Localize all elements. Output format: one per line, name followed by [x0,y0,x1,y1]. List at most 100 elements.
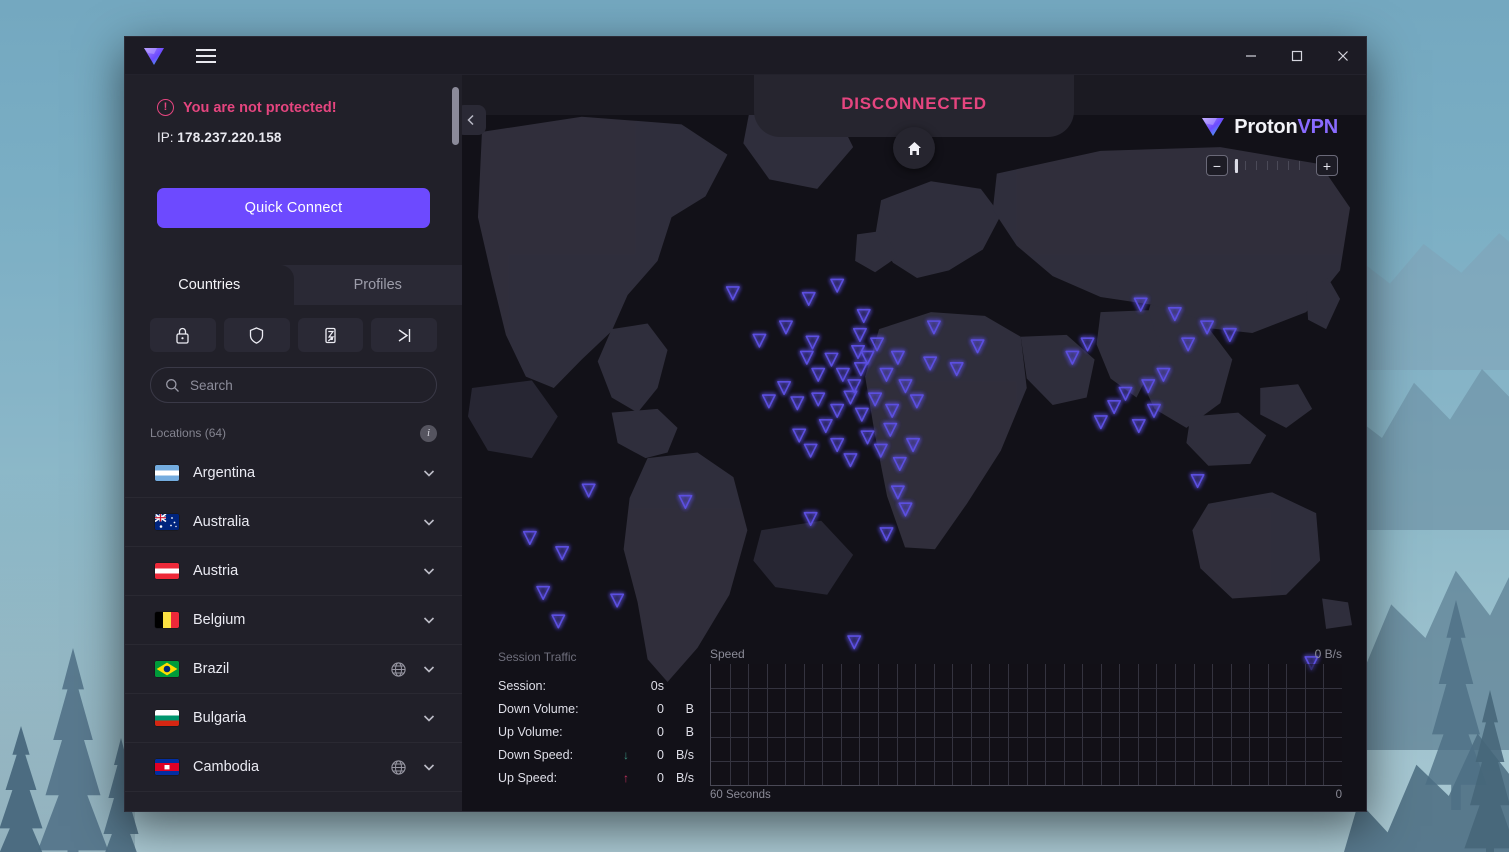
graph-gridline-v [1323,664,1325,785]
sidebar-scrollbar-track[interactable] [452,75,459,811]
speed-graph-footer: 60 Seconds 0 [710,789,1342,801]
ip-address-line: IP: 178.237.220.158 [157,130,432,145]
graph-gridline-v [896,664,898,785]
stat-row: Up Speed: ↑ 0 B/s [498,766,698,789]
stat-label: Session: [498,678,546,693]
country-list[interactable]: Argentina Australia Austria Belgium Brazil Bu… [125,449,462,811]
search-icon [166,378,179,392]
chevron-down-icon[interactable] [421,514,437,530]
country-name: Belgium [193,612,246,628]
country-row-cambodia[interactable]: Cambodia [125,743,462,792]
info-icon[interactable]: i [420,424,437,442]
zoom-out-button[interactable]: − [1206,155,1228,176]
map-back-button[interactable] [462,105,486,135]
chevron-down-icon[interactable] [421,661,437,677]
country-row-argentina[interactable]: Argentina [125,449,462,498]
graph-gridline-v [766,664,768,785]
graph-gridline-v [1045,664,1047,785]
zoom-slider-handle[interactable] [1235,158,1238,173]
graph-gridline-v [1082,664,1084,785]
speed-graph-xaxis: 60 Seconds [710,789,771,801]
stat-unit: B/s [675,747,694,762]
proton-logo-icon [139,45,169,67]
graph-gridline-v [952,664,954,785]
chevron-down-icon[interactable] [421,465,437,481]
home-icon [907,141,921,155]
brand-word-vpn: VPN [1297,115,1338,138]
warning-icon: ! [157,99,174,116]
graph-gridline-v [1119,664,1121,785]
graph-gridline-v [785,664,787,785]
graph-gridline-v [1137,664,1139,785]
graph-gridline-v [989,664,991,785]
stat-unit: B/s [675,770,694,785]
smart-routing-globe-icon[interactable] [390,759,407,776]
zoom-in-button[interactable]: + [1316,155,1338,176]
graph-gridline-v [1156,664,1158,785]
sidebar-scrollbar-thumb[interactable] [452,87,459,145]
ip-value: 178.237.220.158 [177,130,282,145]
zoom-tick [1299,161,1310,170]
speed-graph-origin: 0 [1335,789,1342,801]
tab-countries[interactable]: Countries [125,265,294,305]
window-body: ! You are not protected! IP: 178.237.220… [125,75,1366,811]
chevron-down-icon[interactable] [421,759,437,775]
status-warning: ! You are not protected! [157,99,432,116]
graph-gridline-v [915,664,917,785]
quick-connect-button[interactable]: Quick Connect [157,188,430,228]
brand-word-proton: Proton [1234,115,1298,138]
map-panel[interactable]: DISCONNECTED ProtonVPN − + Session Traff… [462,75,1366,811]
close-button[interactable] [1320,37,1366,75]
filter-buttons [125,305,462,352]
country-row-bulgaria[interactable]: Bulgaria [125,694,462,743]
chevron-down-icon[interactable] [421,710,437,726]
country-row-brazil[interactable]: Brazil [125,645,462,694]
stat-row: Down Volume: 0 B [498,697,698,720]
graph-gridline-v [1304,664,1306,785]
secure-core-lock-icon[interactable] [150,318,216,352]
zoom-slider[interactable] [1234,156,1310,176]
flag-icon-br [155,661,179,677]
flag-icon-bg [155,710,179,726]
netshield-shield-icon[interactable] [223,318,290,352]
chevron-down-icon[interactable] [421,563,437,579]
tor-icon[interactable] [371,318,437,352]
map-zoom-control[interactable]: − + [1206,155,1338,176]
graph-gridline-v [729,664,731,785]
country-name: Brazil [193,661,230,677]
session-traffic-title: Session Traffic [498,650,577,664]
tab-profiles[interactable]: Profiles [294,265,463,305]
p2p-icon[interactable] [297,318,364,352]
speed-graph-max: 0 B/s [1314,647,1342,661]
graph-gridline-v [1026,664,1028,785]
flag-icon-be [155,612,179,628]
country-name: Argentina [193,465,256,481]
hamburger-menu-icon[interactable] [189,41,223,71]
titlebar [125,37,1366,75]
country-name: Bulgaria [193,710,247,726]
speed-graph-title: Speed [710,647,745,661]
graph-gridline-h [711,688,1342,690]
smart-routing-globe-icon[interactable] [390,661,407,678]
graph-gridline-v [933,664,935,785]
country-row-belgium[interactable]: Belgium [125,596,462,645]
minimize-button[interactable] [1228,37,1274,75]
home-button[interactable] [893,127,935,169]
country-name: Cambodia [193,759,260,775]
graph-gridline-h [711,712,1342,714]
graph-gridline-v [1230,664,1232,785]
country-row-australia[interactable]: Australia [125,498,462,547]
locations-header: Locations (64) i [150,423,437,443]
country-row-austria[interactable]: Austria [125,547,462,596]
graph-gridline-v [1193,664,1195,785]
connection-status-text: DISCONNECTED [841,94,987,113]
search-input[interactable] [190,377,422,393]
search-box[interactable] [150,367,437,403]
country-name: Austria [193,563,239,579]
chevron-down-icon[interactable] [421,612,437,628]
maximize-button[interactable] [1274,37,1320,75]
stats-bar: Session Traffic Session: 0s Down Volume: 0 B… [462,639,1366,811]
graph-gridline-v [970,664,972,785]
sidebar: ! You are not protected! IP: 178.237.220… [125,75,462,811]
graph-gridline-h [711,736,1342,738]
